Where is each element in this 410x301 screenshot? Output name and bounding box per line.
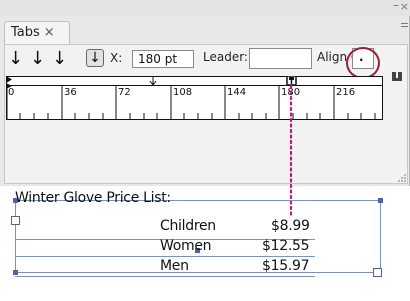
frame-bottom-edge bbox=[15, 272, 380, 273]
text-baseline bbox=[15, 276, 315, 277]
price-list-heading: Winter Glove Price List: bbox=[15, 190, 171, 206]
row-item: Men bbox=[160, 258, 189, 274]
frame-right-edge bbox=[380, 200, 381, 272]
row-item: Women bbox=[160, 238, 212, 254]
row-price: $15.97 bbox=[262, 258, 310, 274]
out-port-handle[interactable] bbox=[373, 268, 382, 277]
frame-corner-handle[interactable] bbox=[378, 198, 383, 203]
frame-left-edge bbox=[15, 200, 16, 272]
in-port-handle[interactable] bbox=[11, 216, 20, 225]
text-baseline bbox=[15, 256, 315, 257]
row-item: Children bbox=[160, 218, 216, 234]
row-price: $8.99 bbox=[271, 218, 310, 234]
row-price: $12.55 bbox=[262, 238, 310, 254]
frame-corner-handle[interactable] bbox=[13, 270, 18, 275]
